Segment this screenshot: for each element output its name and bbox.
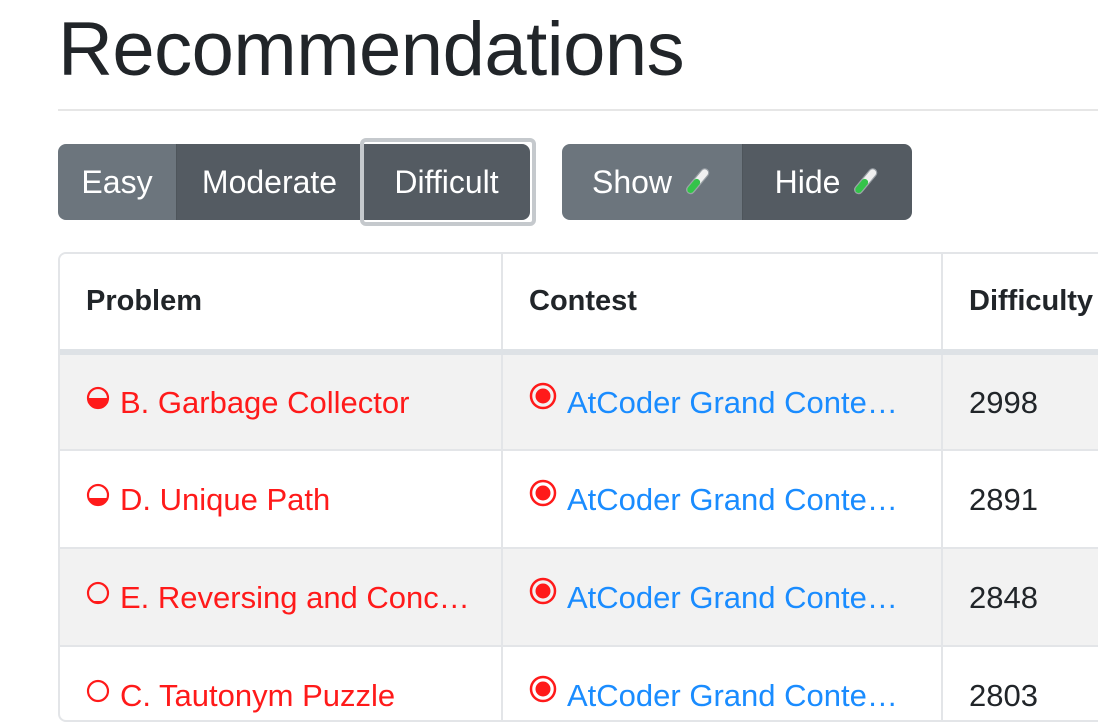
contest-link[interactable]: AtCoder Grand Conte… [567,678,898,713]
table-row: B. Garbage Collector AtCoder Grand Conte…… [60,352,1098,451]
contest-link[interactable]: AtCoder Grand Conte… [567,385,898,420]
contest-rating-circle-icon [529,479,557,515]
difficulty-value: 2848 [969,579,1038,615]
title-divider [58,109,1098,111]
difficult-filter-button[interactable]: Difficult [362,144,530,220]
contest-column-header[interactable]: Contest [502,254,943,355]
problem-cell: C. Tautonym Puzzle [60,646,503,720]
difficulty-cell: 2803 [942,646,1098,720]
contest-link[interactable]: AtCoder Grand Conte… [567,580,898,615]
difficulty-cell: 2848 [942,548,1098,647]
moderate-filter-button[interactable]: Moderate [176,144,362,220]
difficulty-filter-group: Easy Moderate Difficult [58,144,530,220]
difficulty-column-header[interactable]: Difficulty [942,254,1098,355]
difficulty-value: 2998 [969,384,1038,420]
hide-label: Hide [774,163,841,200]
contest-cell: AtCoder Grand Conte… [502,548,943,647]
contest-cell: AtCoder Grand Conte… [502,352,943,451]
show-label: Show [591,163,673,200]
contest-rating-circle-icon [529,675,557,711]
problem-link[interactable]: E. Reversing and Conc… [120,580,470,615]
problem-difficulty-circle-icon [86,479,110,515]
recommendations-table: Problem Contest Difficulty B. Garbage Co… [58,252,1098,722]
difficulty-cell: 2891 [942,450,1098,549]
experimental-toggle-group: Show Hide [562,144,912,220]
table-row: E. Reversing and Conc… AtCoder Grand Cont… [60,548,1098,647]
hide-experimental-button[interactable]: Hide [742,144,912,220]
problem-difficulty-circle-icon [86,577,110,613]
show-experimental-button[interactable]: Show [562,144,742,220]
difficulty-value: 2803 [969,677,1038,713]
problem-link[interactable]: D. Unique Path [120,482,330,517]
table-row: D. Unique Path AtCoder Grand Conte… 2891 [60,450,1098,549]
contest-link[interactable]: AtCoder Grand Conte… [567,482,898,517]
table-row: C. Tautonym Puzzle AtCoder Grand Conte… 28… [60,646,1098,720]
test-tube-icon [854,168,878,195]
contest-cell: AtCoder Grand Conte… [502,646,943,720]
easy-filter-button[interactable]: Easy [58,144,176,220]
problem-difficulty-circle-icon [86,675,110,711]
problem-cell: E. Reversing and Conc… [60,548,503,647]
contest-rating-circle-icon [529,382,557,418]
test-tube-icon [685,168,710,195]
problem-cell: D. Unique Path [60,450,503,549]
difficulty-cell: 2998 [942,352,1098,451]
problem-link[interactable]: C. Tautonym Puzzle [120,678,395,713]
difficulty-value: 2891 [969,481,1038,517]
page-title: Recommendations [58,7,685,92]
problem-link[interactable]: B. Garbage Collector [120,385,409,420]
contest-rating-circle-icon [529,577,557,613]
problem-column-header[interactable]: Problem [60,254,503,355]
contest-cell: AtCoder Grand Conte… [502,450,943,549]
problem-difficulty-circle-icon [86,382,110,418]
table-header-row: Problem Contest Difficulty [60,254,1098,355]
problem-cell: B. Garbage Collector [60,352,503,451]
